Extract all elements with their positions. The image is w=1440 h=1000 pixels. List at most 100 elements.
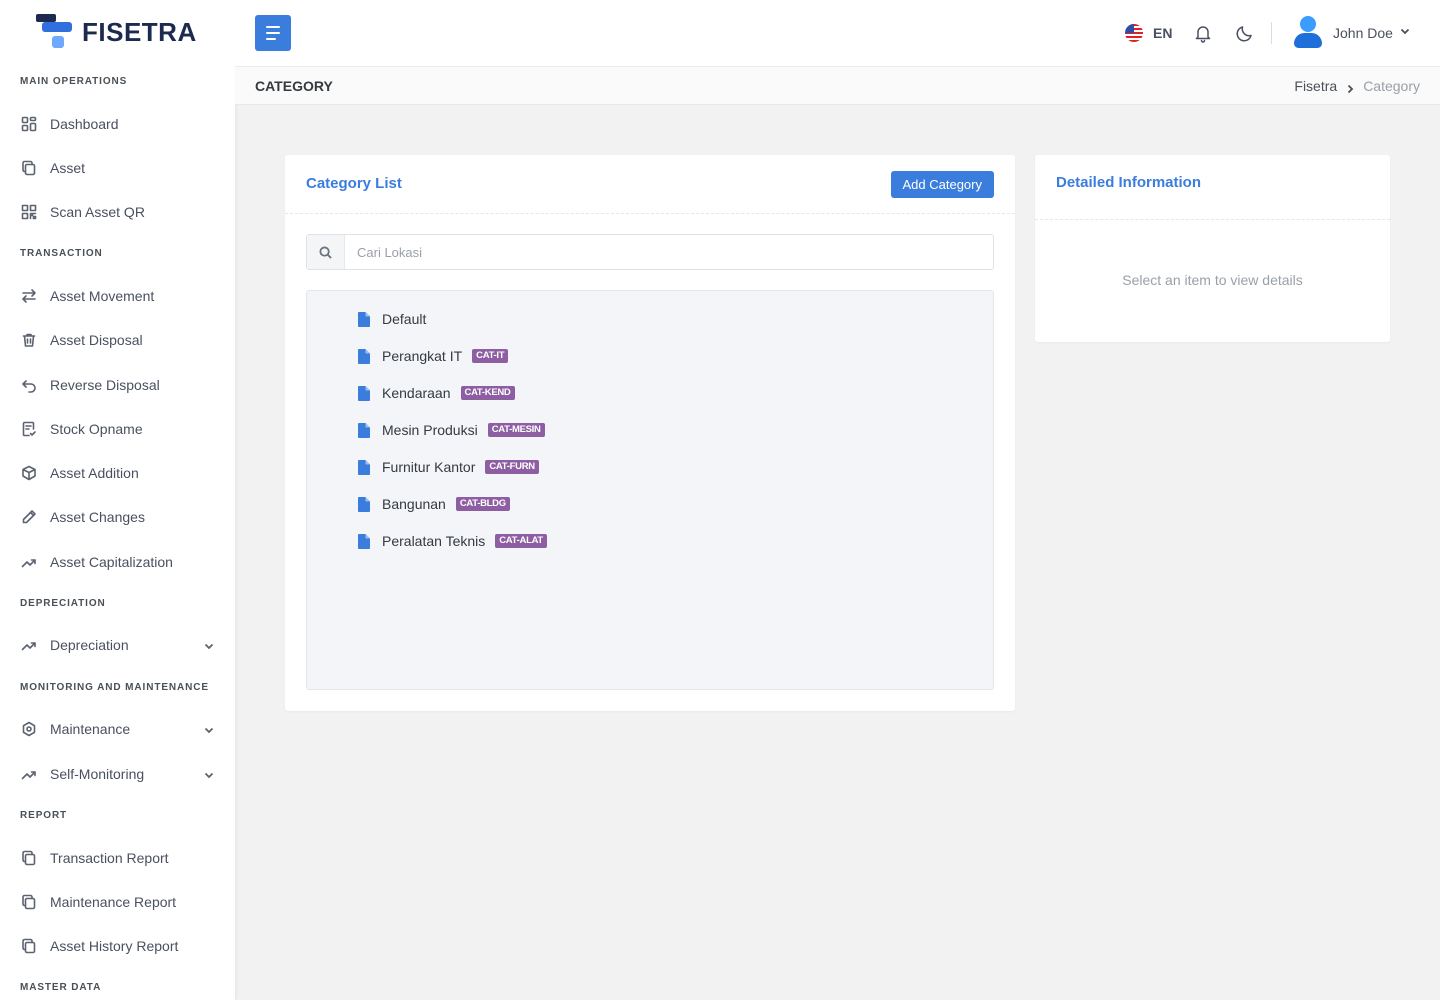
search-input[interactable] (345, 235, 993, 269)
file-icon (358, 348, 370, 364)
category-tree: Default Perangkat IT CAT-IT Kendaraan CAT-KE… (306, 290, 994, 690)
trending-up-icon (20, 765, 38, 783)
sidebar-item-label: Asset Disposal (50, 332, 143, 348)
category-name: Bangunan (382, 496, 446, 512)
logo-icon (36, 14, 74, 50)
sidebar-item-asset-movement[interactable]: Asset Movement (20, 284, 215, 308)
undo-icon (20, 376, 38, 394)
bell-icon[interactable] (1193, 23, 1213, 43)
brand-logo[interactable]: FISETRA (36, 14, 197, 50)
section-title-depreciation: DEPRECIATION (20, 598, 106, 609)
file-icon (358, 459, 370, 475)
copy-icon (20, 937, 38, 955)
section-title-report: REPORT (20, 810, 68, 821)
copy-icon (20, 849, 38, 867)
category-name: Default (382, 311, 427, 327)
chevron-down-icon (203, 723, 215, 735)
sidebar-item-label: Stock Opname (50, 421, 143, 437)
category-code-badge: CAT-IT (472, 349, 509, 363)
menu-toggle-button[interactable] (255, 15, 291, 51)
search-icon (307, 235, 345, 269)
language-code: EN (1153, 25, 1173, 41)
brand-name: FISETRA (82, 16, 197, 47)
pencil-icon (20, 508, 38, 526)
sidebar-item-label: Maintenance (50, 721, 131, 737)
section-title-transaction: TRANSACTION (20, 248, 103, 259)
sidebar-item-asset-changes[interactable]: Asset Changes (20, 505, 215, 529)
category-code-badge: CAT-MESIN (487, 423, 545, 437)
category-tree-item[interactable]: Peralatan Teknis CAT-ALAT (358, 530, 547, 552)
category-code-badge: CAT-FURN (485, 460, 539, 474)
sidebar-item-dashboard[interactable]: Dashboard (20, 112, 215, 136)
card-header: Detailed Information (1035, 155, 1390, 220)
empty-state-message: Select an item to view details (1122, 272, 1303, 288)
category-list-title: Category List (306, 175, 402, 192)
trash-icon (20, 331, 38, 349)
category-tree-item[interactable]: Mesin Produksi CAT-MESIN (358, 419, 545, 441)
sidebar: FISETRA MAIN OPERATIONS Dashboard Asset … (0, 0, 235, 1000)
sidebar-item-stock-opname[interactable]: Stock Opname (20, 417, 215, 441)
card-header: Category List Add Category (285, 155, 1015, 214)
breadcrumb-home-link[interactable]: Fisetra (1294, 78, 1337, 94)
sidebar-item-maintenance-report[interactable]: Maintenance Report (20, 890, 215, 914)
file-icon (358, 422, 370, 438)
add-category-button[interactable]: Add Category (890, 171, 994, 198)
sidebar-item-maintenance[interactable]: Maintenance (20, 717, 215, 741)
user-menu[interactable]: John Doe (1293, 16, 1411, 50)
category-code-badge: CAT-KEND (460, 386, 515, 400)
language-selector[interactable]: EN (1125, 24, 1172, 42)
topbar: EN John Doe (235, 0, 1440, 66)
avatar (1293, 16, 1323, 50)
sidebar-item-depreciation[interactable]: Depreciation (20, 633, 215, 657)
qr-code-icon (20, 203, 38, 221)
moon-icon[interactable] (1235, 23, 1255, 43)
box-plus-icon (20, 464, 38, 482)
sidebar-item-label: Asset Movement (50, 288, 155, 304)
category-tree-item[interactable]: Kendaraan CAT-KEND (358, 382, 515, 404)
category-name: Perangkat IT (382, 348, 463, 364)
sidebar-item-transaction-report[interactable]: Transaction Report (20, 846, 215, 870)
topbar-divider (1271, 22, 1272, 44)
copy-icon (20, 159, 38, 177)
category-tree-item[interactable]: Bangunan CAT-BLDG (358, 493, 510, 515)
sidebar-item-label: Transaction Report (50, 850, 169, 866)
sidebar-item-asset[interactable]: Asset (20, 156, 215, 180)
sidebar-item-asset-history-report[interactable]: Asset History Report (20, 934, 215, 958)
sidebar-item-label: Asset Changes (50, 509, 145, 525)
sidebar-item-label: Dashboard (50, 116, 119, 132)
category-name: Mesin Produksi (382, 422, 478, 438)
category-tree-item[interactable]: Perangkat IT CAT-IT (358, 345, 509, 367)
sidebar-item-label: Asset (50, 160, 86, 176)
section-title-master-data: MASTER DATA (20, 982, 102, 993)
category-tree-item[interactable]: Default (358, 308, 426, 330)
sidebar-item-self-monitoring[interactable]: Self-Monitoring (20, 762, 215, 786)
page-title: CATEGORY (255, 78, 333, 94)
category-tree-item[interactable]: Furnitur Kantor CAT-FURN (358, 456, 539, 478)
sidebar-item-label: Reverse Disposal (50, 377, 160, 393)
trending-up-icon (20, 553, 38, 571)
us-flag-icon (1125, 24, 1143, 42)
file-icon (358, 496, 370, 512)
dashboard-icon (20, 115, 38, 133)
sidebar-item-scan-asset-qr[interactable]: Scan Asset QR (20, 200, 215, 224)
section-title-main-operations: MAIN OPERATIONS (20, 76, 128, 87)
category-name: Furnitur Kantor (382, 459, 476, 475)
sidebar-item-asset-addition[interactable]: Asset Addition (20, 461, 215, 485)
category-code-badge: CAT-BLDG (455, 497, 510, 511)
sidebar-item-label: Depreciation (50, 637, 129, 653)
breadcrumb: Fisetra Category (1294, 78, 1420, 94)
sidebar-item-reverse-disposal[interactable]: Reverse Disposal (20, 373, 215, 397)
category-name: Peralatan Teknis (382, 533, 486, 549)
category-list-card: Category List Add Category Default Perang… (285, 155, 1015, 711)
sidebar-item-label: Maintenance Report (50, 894, 177, 910)
user-name: John Doe (1333, 25, 1393, 41)
copy-icon (20, 893, 38, 911)
detail-info-card: Detailed Information Select an item to v… (1035, 155, 1390, 342)
chevron-down-icon (203, 639, 215, 651)
hexagon-settings-icon (20, 720, 38, 738)
sidebar-item-label: Asset Addition (50, 465, 139, 481)
sidebar-item-asset-capitalization[interactable]: Asset Capitalization (20, 550, 215, 574)
sidebar-item-asset-disposal[interactable]: Asset Disposal (20, 328, 215, 352)
sidebar-item-label: Scan Asset QR (50, 204, 145, 220)
file-icon (358, 533, 370, 549)
